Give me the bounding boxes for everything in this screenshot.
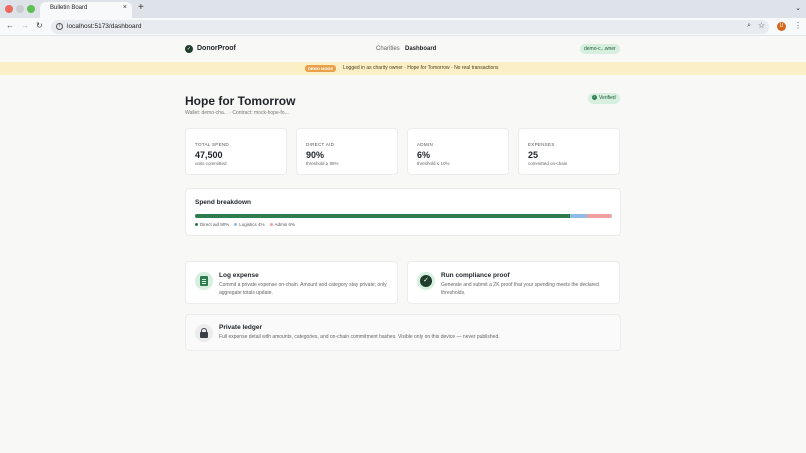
address-bar[interactable]: i localhost:5173/dashboard ⌕ ☆	[51, 20, 769, 34]
tab-title: Bulletin Board	[50, 5, 88, 11]
demo-mode-badge: DEMO MODE	[305, 65, 337, 72]
brand-name[interactable]: DonorProof	[197, 45, 236, 52]
stat-label: TOTAL SPEND	[195, 142, 229, 147]
tab-close-icon[interactable]: ×	[123, 4, 127, 11]
verified-label: Verified	[599, 95, 616, 101]
nav-charities[interactable]: Charities	[376, 46, 400, 52]
document-icon	[200, 276, 208, 286]
legend-item: Direct aid 90%	[195, 222, 229, 227]
spend-legend: Direct aid 90% Logistics 4% Admin 6%	[195, 222, 300, 227]
browser-toolbar: ← → ↻ i localhost:5173/dashboard ⌕ ☆	[0, 18, 806, 36]
legend-item: Admin 6%	[269, 222, 296, 227]
stat-card-admin: ADMIN 6% threshold ≤ 10%	[407, 128, 509, 175]
stat-value: 90%	[306, 150, 325, 160]
profile-avatar[interactable]: U	[777, 22, 786, 31]
banner-text: Logged in as charity owner · Hope for To…	[343, 65, 499, 71]
legend-dot-icon	[234, 223, 238, 227]
spend-bar	[195, 214, 612, 218]
action-desc: Generate and submit a ZK proof that your…	[441, 282, 599, 296]
bar-segment-direct-aid	[195, 214, 571, 218]
legend-label: Admin 6%	[274, 222, 296, 227]
spend-breakdown-card: Spend breakdown Direct aid 90% Logistics …	[185, 188, 621, 236]
legend-dot-icon	[195, 223, 198, 227]
log-expense-card[interactable]: Log expense Commit a private expense on-…	[185, 261, 398, 304]
legend-label: Logistics 4%	[239, 222, 265, 227]
legend-dot-icon	[269, 223, 273, 227]
breakdown-title: Spend breakdown	[195, 199, 251, 206]
action-desc: Commit a private expense on-chain. Amoun…	[219, 282, 387, 296]
new-tab-button[interactable]: +	[138, 2, 144, 13]
tab-search-icon[interactable]: ⌄	[795, 4, 801, 12]
org-meta: Wallet: demo-cha... · Contract: mock-hop…	[185, 110, 289, 116]
private-ledger-card[interactable]: Private ledger Full expense detail with …	[185, 314, 621, 351]
nav-dashboard[interactable]: Dashboard	[405, 46, 436, 52]
maximize-window-button[interactable]	[27, 5, 35, 13]
url-text[interactable]: localhost:5173/dashboard	[67, 23, 141, 30]
back-icon[interactable]: ←	[6, 21, 14, 30]
ledger-title: Private ledger	[219, 324, 262, 331]
minimize-window-button[interactable]	[16, 5, 24, 13]
bar-segment-admin	[586, 214, 612, 218]
demo-banner: DEMO MODE Logged in as charity owner · H…	[0, 62, 806, 75]
menu-icon[interactable]: ⋮	[794, 21, 802, 30]
verified-badge: ✓ Verified	[588, 93, 620, 104]
action-title: Log expense	[219, 272, 259, 279]
page-title: Hope for Tomorrow	[185, 94, 296, 108]
lock-icon	[195, 324, 213, 342]
browser-tabstrip: Bulletin Board × + ⌄	[0, 0, 806, 18]
reload-icon[interactable]: ↻	[36, 21, 43, 30]
action-title: Run compliance proof	[441, 272, 510, 279]
log-expense-icon-wrap	[195, 272, 213, 290]
stat-label: EXPENSES	[528, 142, 555, 147]
ledger-desc: Full expense detail with amounts, catego…	[219, 334, 500, 340]
zoom-icon[interactable]: ⌕	[747, 22, 751, 30]
star-icon[interactable]: ☆	[758, 21, 765, 30]
stat-sub: threshold ≥ 85%	[306, 161, 339, 166]
bar-segment-logistics	[570, 214, 587, 218]
legend-item: Logistics 4%	[234, 222, 265, 227]
forward-icon[interactable]: →	[21, 21, 29, 30]
check-icon: ✓	[592, 95, 597, 101]
legend-label: Direct aid 90%	[200, 222, 230, 227]
stat-value: 47,500	[195, 150, 223, 160]
close-window-button[interactable]	[5, 5, 13, 13]
wallet-badge[interactable]: demo-c...wner	[580, 44, 620, 54]
compliance-icon-wrap: ✓	[417, 272, 435, 290]
stat-card-direct-aid: DIRECT AID 90% threshold ≥ 85%	[296, 128, 398, 175]
site-info-icon[interactable]: i	[56, 23, 63, 30]
browser-tab[interactable]: Bulletin Board ×	[40, 2, 132, 18]
app-header: ✓ DonorProof Charities Dashboard demo-c.…	[0, 36, 806, 62]
stat-card-total-spend: TOTAL SPEND 47,500 units committed	[185, 128, 287, 175]
stat-card-expenses: EXPENSES 25 committed on-chain	[518, 128, 620, 175]
stat-sub: units committed	[195, 161, 227, 166]
brand-check-icon: ✓	[185, 45, 193, 53]
stat-sub: committed on-chain	[528, 161, 568, 166]
stat-label: ADMIN	[417, 142, 433, 147]
stat-value: 6%	[417, 150, 431, 160]
stat-sub: threshold ≤ 10%	[417, 161, 450, 166]
compliance-proof-card[interactable]: ✓ Run compliance proof Generate and subm…	[407, 261, 620, 304]
check-circle-icon: ✓	[420, 275, 432, 287]
stat-value: 25	[528, 150, 539, 160]
stat-label: DIRECT AID	[306, 142, 335, 147]
